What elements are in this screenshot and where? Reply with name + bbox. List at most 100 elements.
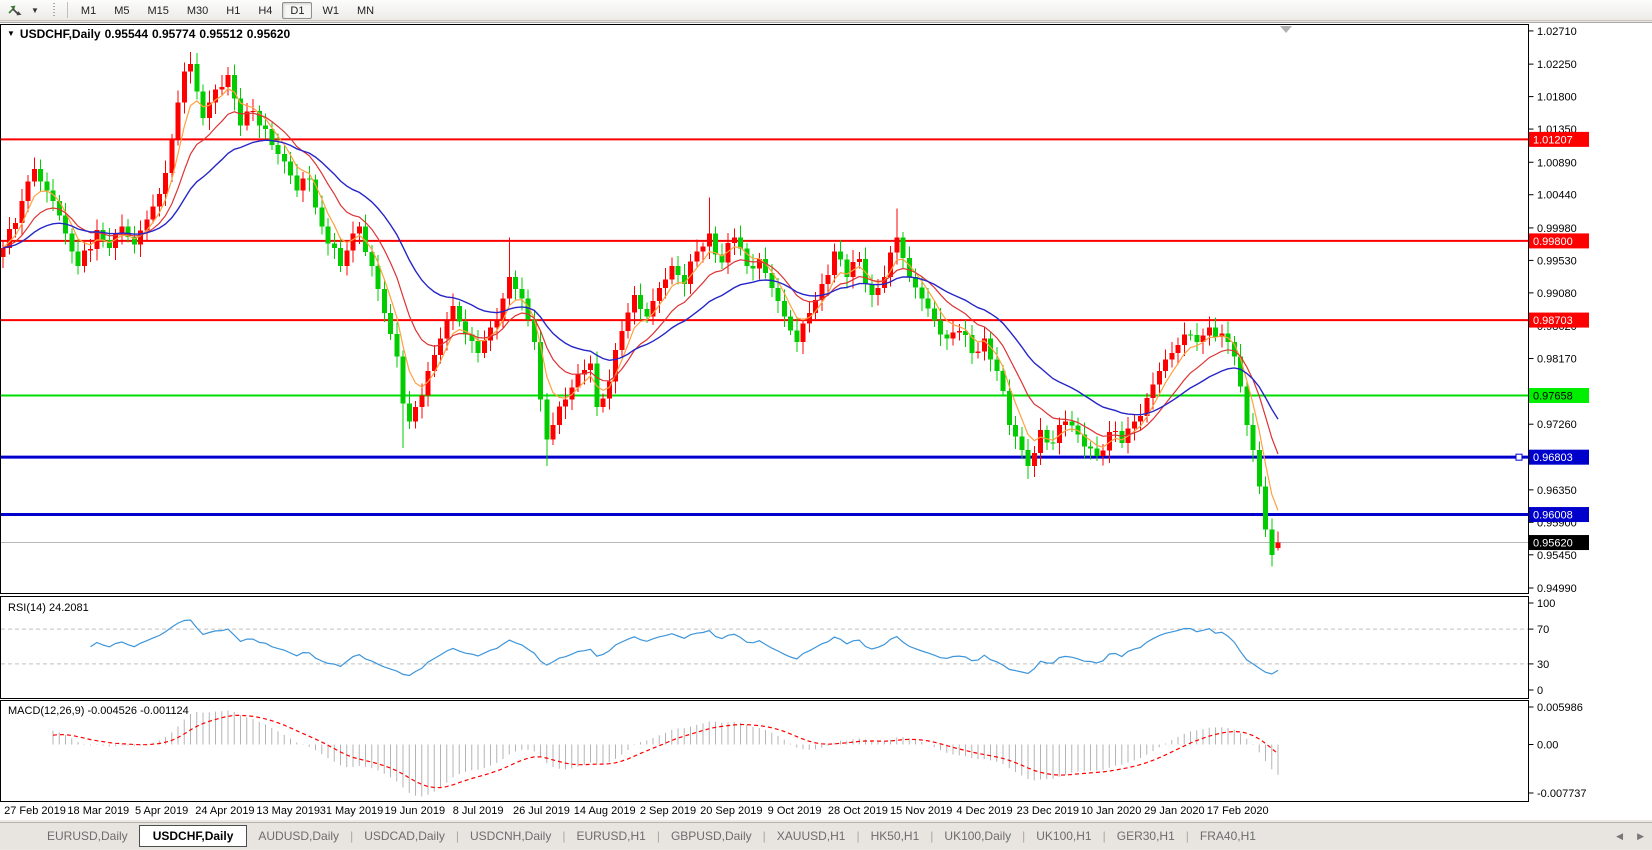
candle-body [1013,425,1018,437]
candle-body [1138,416,1143,421]
candle-body [194,64,199,91]
macd-tick-label: -0.007737 [1537,788,1587,800]
candle-body [707,234,712,247]
candle-body [951,332,956,338]
candle-body [344,250,349,266]
chart-tab-gbpusd-daily[interactable]: GBPUSD,Daily [660,826,763,846]
timeframe-button-m1[interactable]: M1 [73,2,104,19]
candle-body [794,331,799,342]
toolbar-grip-handle[interactable] [52,3,57,17]
candle-body [1101,451,1106,456]
candle-body [557,407,562,425]
level-drag-handle[interactable] [1516,454,1522,460]
candle-body [801,324,806,342]
price-chart-canvas: 1.027101.022501.018001.013501.008901.004… [0,22,1652,820]
chart-tab-fra40-h1[interactable]: FRA40,H1 [1189,826,1267,846]
candle-body [401,356,406,403]
tab-scroll-left-icon[interactable]: ◀ [1616,831,1623,842]
chart-symbol: USDCHF,Daily [20,27,101,41]
date-label: 29 Jan 2020 [1144,805,1205,817]
chart-tab-eurusd-daily[interactable]: EURUSD,Daily [36,826,139,846]
date-axis: 27 Feb 201918 Mar 20195 Apr 201924 Apr 2… [0,805,1652,822]
chart-tab-audusd-daily[interactable]: AUDUSD,Daily [247,826,350,846]
candle-body [276,145,281,154]
tab-scroll-buttons: ◀ ▶ [1616,823,1644,850]
candle-body [188,64,193,71]
candle-body [669,266,674,279]
candle-body [376,266,381,289]
chart-tab-uk100-daily[interactable]: UK100,Daily [933,826,1022,846]
candle-body [332,243,337,248]
candle-body [788,317,793,331]
candle-body [176,102,181,140]
timeframe-button-m30[interactable]: M30 [179,2,216,19]
candle-body [869,284,874,295]
price-tick-label: 1.00440 [1537,190,1577,202]
candle-body [294,175,299,190]
candle-body [1157,371,1162,385]
candle-body [1069,421,1074,425]
candle-body [319,208,324,227]
date-label: 10 Jan 2020 [1081,805,1142,817]
timeframe-button-mn[interactable]: MN [349,2,382,19]
chart-tab-usdcad-daily[interactable]: USDCAD,Daily [353,826,456,846]
candle-body [626,313,631,332]
chart-tab-eurusd-h1[interactable]: EURUSD,H1 [565,826,656,846]
tab-scroll-right-icon[interactable]: ▶ [1637,831,1644,842]
quote-open: 0.95544 [105,27,148,41]
candle-body [601,399,606,407]
candle-body [494,320,499,328]
toolbar-divider [67,2,68,18]
date-label: 20 Sep 2019 [700,805,762,817]
candle-body [1251,425,1256,450]
candle-body [1176,345,1181,353]
chart-tab-usdcnh-daily[interactable]: USDCNH,Daily [459,826,562,846]
price-tick-label: 1.00890 [1537,157,1577,169]
timeframe-button-h1[interactable]: H1 [218,2,248,19]
timeframe-button-m5[interactable]: M5 [106,2,137,19]
candle-body [88,249,93,251]
price-tick-label: 0.96350 [1537,485,1577,497]
price-level-badge: 1.01207 [1533,134,1573,146]
candle-body [419,395,424,407]
date-label: 18 Mar 2019 [67,805,129,817]
candle-body [482,341,487,353]
chevron-down-icon[interactable]: ▼ [26,6,44,15]
timeframe-button-d1[interactable]: D1 [282,2,312,19]
timeframe-button-w1[interactable]: W1 [314,2,347,19]
candle-body [1244,387,1249,425]
timeframe-button-h4[interactable]: H4 [250,2,280,19]
date-label: 19 Jun 2019 [385,805,446,817]
chart-tab-hk50-h1[interactable]: HK50,H1 [860,826,931,846]
chart-tab-uk100-h1[interactable]: UK100,H1 [1025,826,1102,846]
timeframe-button-m15[interactable]: M15 [139,2,176,19]
chart-tab-usdchf-daily[interactable]: USDCHF,Daily [139,825,248,847]
rsi-tick-label: 30 [1537,659,1549,671]
macd-tick-label: 0.00 [1537,740,1558,752]
candle-body [169,140,174,173]
candle-body [638,295,643,309]
date-label: 28 Oct 2019 [828,805,888,817]
candle-body [694,252,699,262]
candle-body [307,178,312,179]
chart-tab-ger30-h1[interactable]: GER30,H1 [1106,826,1186,846]
candle-body [1019,437,1024,451]
price-tick-label: 0.99080 [1537,288,1577,300]
candle-body [507,277,512,299]
chart-mode-icon[interactable] [4,2,26,19]
rsi-label: RSI(14) 24.2081 [8,602,89,614]
candle-body [1207,328,1212,336]
candle-body [857,259,862,262]
chart-tab-xauusd-h1[interactable]: XAUUSD,H1 [766,826,857,846]
candle-body [657,288,662,301]
price-tick-label: 0.97260 [1537,419,1577,431]
date-label: 26 Jul 2019 [513,805,570,817]
candle-body [1163,360,1168,371]
price-tick-label: 1.02250 [1537,59,1577,71]
price-tick-label: 0.98170 [1537,354,1577,366]
candle-body [1044,430,1049,442]
candle-body [1151,384,1156,398]
top-toolbar: ▼ M1M5M15M30H1H4D1W1MN [0,0,1652,21]
chart-title-caret-icon[interactable]: ▼ [7,29,15,38]
candle-body [44,182,49,191]
